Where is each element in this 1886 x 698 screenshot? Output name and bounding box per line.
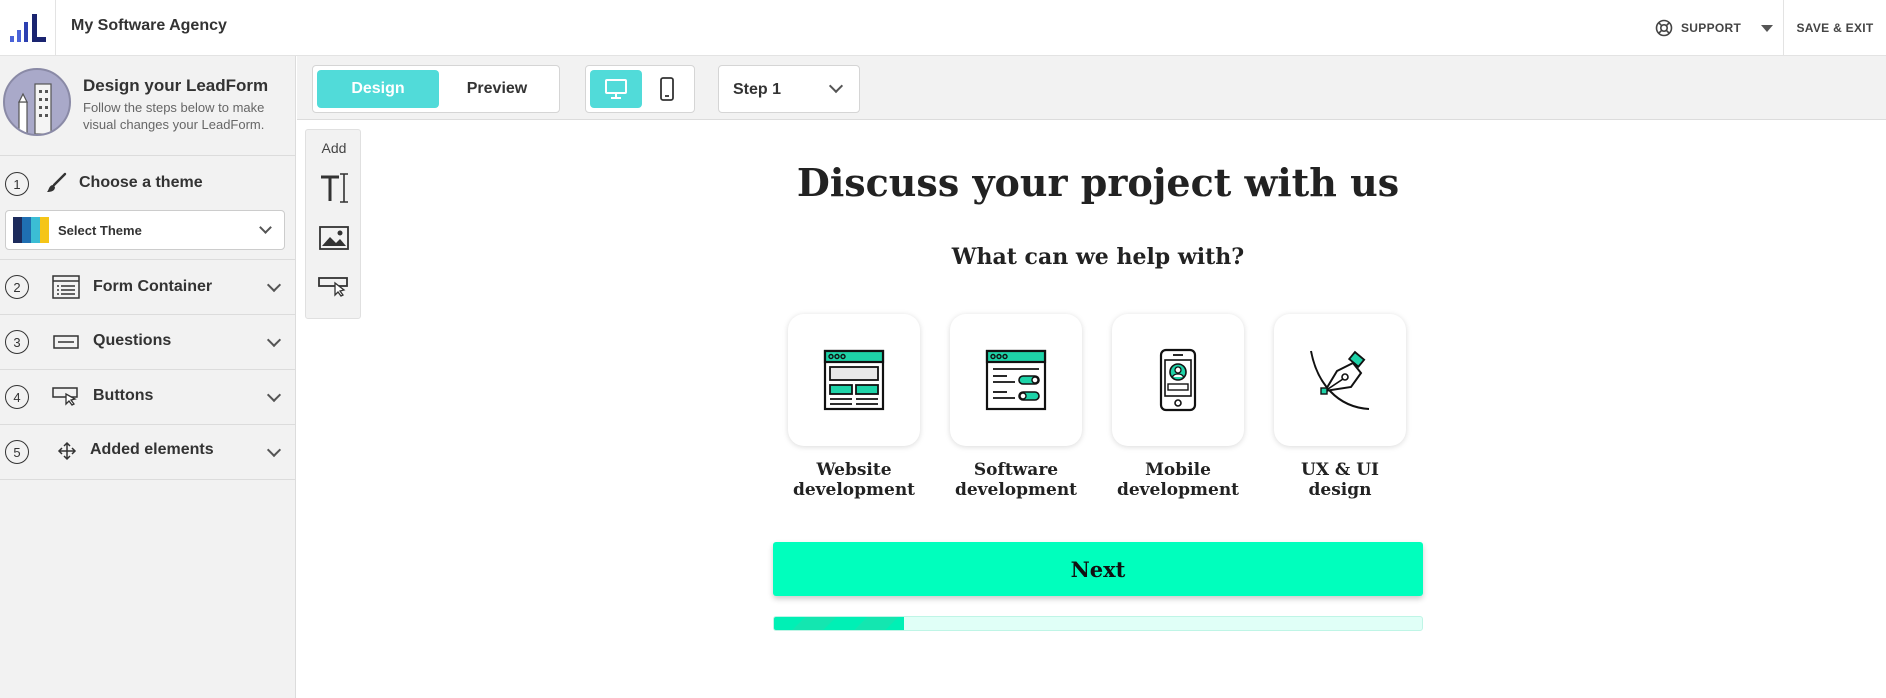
form-container-icon (52, 274, 80, 300)
pencil-building-illustration (18, 83, 52, 134)
mobile-icon (1159, 348, 1197, 412)
option-label: UX & UI design (1301, 460, 1379, 500)
caret-down-icon (1761, 24, 1774, 32)
text-tool-icon (321, 173, 348, 203)
chevron-down-icon (266, 277, 282, 293)
form-canvas: Discuss your project with us What can we… (297, 120, 1886, 698)
step-number: 2 (5, 275, 29, 299)
sidebar-header: Design your LeadForm Follow the steps be… (0, 56, 295, 156)
add-text-button[interactable] (318, 172, 350, 204)
theme-swatch (13, 217, 49, 243)
step-number: 1 (5, 172, 29, 196)
option-card-ux-ui[interactable] (1274, 314, 1406, 446)
chevron-down-icon (259, 221, 272, 234)
logo[interactable] (0, 0, 56, 56)
top-bar: My Software Agency SUPPORT SAVE & EXIT (0, 0, 1886, 56)
preview-tab[interactable]: Preview (439, 70, 555, 108)
question-field-icon (52, 331, 80, 353)
move-arrows-icon (56, 440, 78, 462)
step-form-container[interactable]: 2 Form Container (0, 260, 295, 315)
chevron-down-icon (266, 387, 282, 403)
theme-select-label: Select Theme (58, 223, 142, 238)
step-added-elements[interactable]: 5 Added elements (0, 425, 295, 480)
device-toggle (585, 65, 695, 113)
step-number: 3 (5, 330, 29, 354)
brush-icon (44, 171, 68, 195)
add-elements-panel: Add (305, 129, 361, 319)
step-number: 4 (5, 385, 29, 409)
step-label: Form Container (93, 278, 213, 295)
desktop-icon (605, 79, 627, 99)
desktop-view-button[interactable] (590, 70, 642, 108)
chevron-down-icon (266, 442, 282, 458)
progress-fill (774, 617, 904, 630)
step-number: 5 (5, 440, 29, 464)
step-select-label: Step 1 (733, 81, 782, 98)
sidebar-title: Design your LeadForm (83, 76, 269, 95)
button-pointer-icon (52, 384, 80, 408)
support-menu[interactable]: SUPPORT (1655, 14, 1774, 42)
form-question[interactable]: What can we help with? (297, 244, 1886, 270)
save-exit-button[interactable]: SAVE & EXIT (1783, 0, 1886, 55)
avatar (3, 68, 71, 136)
sidebar: Design your LeadForm Follow the steps be… (0, 56, 296, 698)
theme-select[interactable]: Select Theme (5, 210, 285, 250)
option-label: Website development (792, 460, 916, 500)
option-label: Software development (954, 460, 1078, 500)
logo-icon (9, 14, 46, 42)
editor-toolbar: Design Preview Step 1 (297, 56, 1886, 120)
step-questions[interactable]: 3 Questions (0, 315, 295, 370)
option-cards: Website development Software development… (788, 314, 1408, 504)
next-button[interactable]: Next (773, 542, 1423, 596)
app-name: My Software Agency (71, 17, 227, 34)
add-button-button[interactable] (318, 270, 350, 302)
step-label[interactable]: Choose a theme (79, 174, 203, 192)
step-choose-theme: 1 Choose a theme Select Theme (0, 156, 295, 260)
add-image-button[interactable] (318, 222, 350, 254)
sidebar-subtitle: Follow the steps below to make visual ch… (83, 100, 265, 132)
option-card-mobile[interactable] (1112, 314, 1244, 446)
progress-bar (773, 616, 1423, 631)
step-label: Added elements (90, 441, 214, 458)
phone-icon (660, 77, 674, 101)
step-label: Buttons (93, 387, 154, 404)
lifebuoy-icon (1655, 19, 1673, 37)
design-tab[interactable]: Design (317, 70, 439, 108)
form-title[interactable]: Discuss your project with us (297, 160, 1886, 205)
step-buttons[interactable]: 4 Buttons (0, 370, 295, 425)
website-icon (823, 349, 885, 411)
option-card-software[interactable] (950, 314, 1082, 446)
mode-toggle: Design Preview (312, 65, 560, 113)
add-panel-title: Add (321, 140, 347, 156)
option-card-website[interactable] (788, 314, 920, 446)
support-label: SUPPORT (1681, 21, 1742, 35)
button-tool-icon (318, 277, 348, 297)
step-select[interactable]: Step 1 (718, 65, 860, 113)
image-tool-icon (319, 226, 349, 250)
step-label: Questions (93, 332, 172, 349)
pen-tool-icon (1310, 350, 1370, 410)
mobile-view-button[interactable] (644, 70, 690, 108)
chevron-down-icon (266, 332, 282, 348)
software-icon (985, 349, 1047, 411)
option-label: Mobile development (1116, 460, 1240, 500)
chevron-down-icon (828, 78, 844, 94)
